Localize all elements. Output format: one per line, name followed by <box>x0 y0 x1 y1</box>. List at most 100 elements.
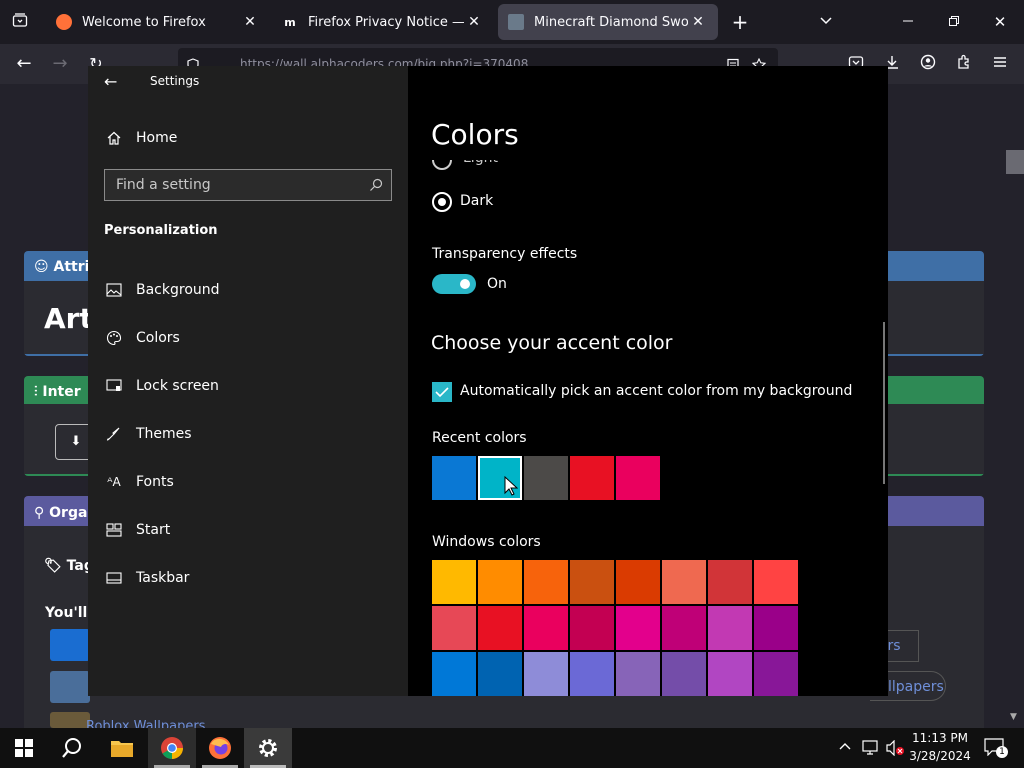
restore-icon[interactable] <box>944 12 964 32</box>
transparency-toggle[interactable] <box>432 274 476 294</box>
start-button[interactable] <box>0 728 48 768</box>
chevron-down-icon[interactable] <box>816 12 836 32</box>
nav-colors[interactable]: Colors <box>104 320 394 356</box>
windows-color-swatch[interactable] <box>616 606 660 650</box>
windows-color-swatch[interactable] <box>754 606 798 650</box>
transparency-state: On <box>487 276 507 292</box>
windows-colors-label: Windows colors <box>432 534 541 550</box>
page-scrollbar-thumb[interactable] <box>1006 150 1024 174</box>
windows-color-swatch[interactable] <box>754 560 798 604</box>
file-explorer-button[interactable] <box>98 728 146 768</box>
card-title-text: Orga <box>49 505 88 521</box>
network-icon[interactable] <box>862 740 882 760</box>
windows-color-swatch[interactable] <box>432 560 476 604</box>
settings-app-button[interactable] <box>244 728 292 768</box>
search-button[interactable] <box>48 728 96 768</box>
taskbar-icon <box>104 568 124 588</box>
windows-color-swatch[interactable] <box>708 560 752 604</box>
nav-taskbar[interactable]: Taskbar <box>104 560 394 596</box>
scroll-down-icon[interactable]: ▼ <box>1010 712 1020 722</box>
notification-badge: 1 <box>996 746 1008 758</box>
windows-color-swatch[interactable] <box>524 652 568 696</box>
tab-title: Firefox Privacy Notice — Mozill <box>308 14 464 30</box>
nav-background[interactable]: Background <box>104 272 394 308</box>
windows-colors-grid <box>432 560 800 696</box>
windows-color-swatch[interactable] <box>478 560 522 604</box>
windows-color-swatch[interactable] <box>524 560 568 604</box>
recent-swatch[interactable] <box>432 456 476 500</box>
windows-color-swatch[interactable] <box>662 560 706 604</box>
windows-color-swatch[interactable] <box>570 606 614 650</box>
recent-swatch[interactable] <box>524 456 568 500</box>
section-personalization: Personalization <box>104 223 218 238</box>
windows-color-swatch[interactable] <box>432 652 476 696</box>
content-scrollbar-thumb[interactable] <box>883 322 885 484</box>
close-tab-icon[interactable]: ✕ <box>240 14 260 30</box>
volume-muted-icon[interactable] <box>886 739 906 760</box>
settings-window: ← Settings Home Find a setting Personali… <box>88 66 888 696</box>
close-window-icon[interactable]: ✕ <box>990 12 1010 32</box>
back-arrow-icon[interactable]: ← <box>14 54 34 74</box>
user-badge-icon: ☺ <box>34 259 49 275</box>
gear-icon <box>259 739 277 757</box>
nav-lock-screen[interactable]: Lock screen <box>104 368 394 404</box>
firefox-favicon-icon <box>56 14 72 30</box>
windows-color-swatch[interactable] <box>616 652 660 696</box>
forward-arrow-icon[interactable]: → <box>50 54 70 74</box>
menu-icon[interactable] <box>990 54 1010 74</box>
nav-label: Themes <box>136 426 192 442</box>
windows-color-swatch[interactable] <box>570 652 614 696</box>
notifications-icon[interactable]: 1 <box>984 738 1008 760</box>
browser-tab-bar: Welcome to Firefox ✕ m Firefox Privacy N… <box>0 0 1024 44</box>
search-icon[interactable] <box>369 178 383 196</box>
tab-privacy-notice[interactable]: m Firefox Privacy Notice — Mozill ✕ <box>272 4 494 40</box>
windows-color-swatch[interactable] <box>524 606 568 650</box>
new-tab-icon[interactable]: + <box>730 12 750 32</box>
clock-date[interactable]: 3/28/2024 <box>908 749 972 763</box>
windows-logo-icon <box>15 739 33 757</box>
back-arrow-icon[interactable]: ← <box>104 72 122 92</box>
recent-swatch[interactable] <box>616 456 660 500</box>
tab-list-icon[interactable] <box>10 12 30 33</box>
colors-content: Light Colors Dark Transparency effects O… <box>420 66 888 696</box>
chrome-button[interactable] <box>148 728 196 768</box>
close-tab-icon[interactable]: ✕ <box>688 14 708 30</box>
folder-icon <box>111 741 133 757</box>
mozilla-favicon-icon: m <box>284 15 296 29</box>
windows-color-swatch[interactable] <box>432 606 476 650</box>
account-icon[interactable] <box>918 54 938 75</box>
tab-minecraft-sword[interactable]: Minecraft Diamond Sword by m ✕ <box>498 4 718 40</box>
windows-color-swatch[interactable] <box>478 606 522 650</box>
auto-pick-checkbox[interactable] <box>432 382 452 402</box>
thumbnail-windows[interactable] <box>50 629 90 661</box>
thumbnail-roblox[interactable] <box>50 712 90 728</box>
close-tab-icon[interactable]: ✕ <box>464 14 484 30</box>
search-setting-input[interactable]: Find a setting <box>104 169 392 201</box>
tab-welcome-firefox[interactable]: Welcome to Firefox ✕ <box>46 4 270 40</box>
windows-color-swatch[interactable] <box>570 560 614 604</box>
windows-color-swatch[interactable] <box>708 606 752 650</box>
windows-color-swatch[interactable] <box>708 652 752 696</box>
windows-color-swatch[interactable] <box>662 606 706 650</box>
nav-fonts[interactable]: ᴬA Fonts <box>104 464 394 500</box>
radio-dark[interactable] <box>432 192 452 212</box>
nav-start[interactable]: Start <box>104 512 394 548</box>
windows-color-swatch[interactable] <box>754 652 798 696</box>
extensions-icon[interactable] <box>954 54 974 75</box>
youll-like-label: You'll <box>45 605 88 621</box>
radio-dark-dot <box>438 198 446 206</box>
themes-icon <box>104 424 124 444</box>
nav-label: Start <box>136 522 171 538</box>
minimize-icon[interactable] <box>898 12 918 32</box>
nav-themes[interactable]: Themes <box>104 416 394 452</box>
windows-color-swatch[interactable] <box>662 652 706 696</box>
windows-color-swatch[interactable] <box>616 560 660 604</box>
nav-home[interactable]: Home <box>104 120 394 156</box>
clock-time[interactable]: 11:13 PM <box>912 731 968 745</box>
firefox-button[interactable] <box>196 728 244 768</box>
chevron-up-icon[interactable] <box>838 739 852 757</box>
windows-color-swatch[interactable] <box>478 652 522 696</box>
recent-swatch[interactable] <box>570 456 614 500</box>
thumbnail-landscape[interactable] <box>50 671 90 703</box>
alphacoders-favicon-icon <box>508 14 524 30</box>
